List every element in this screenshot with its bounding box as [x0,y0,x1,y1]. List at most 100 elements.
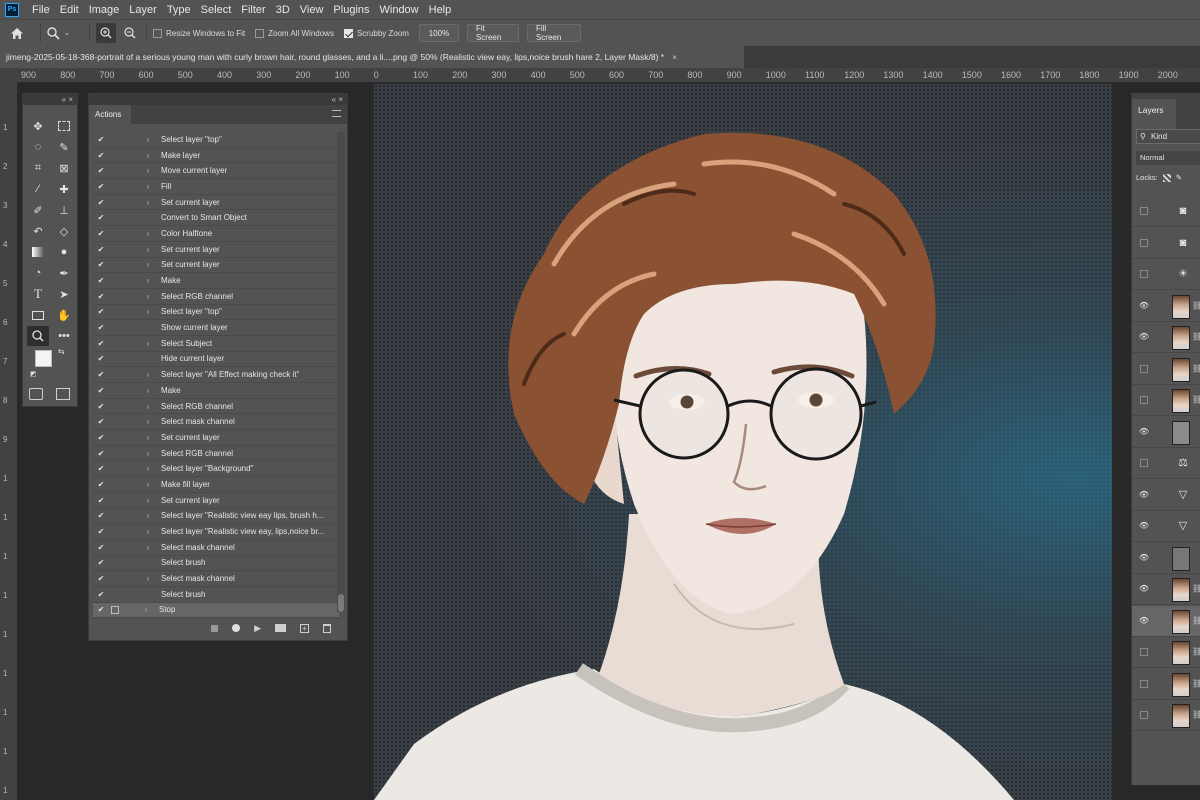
tool-preset-picker[interactable]: ⌄ [47,26,83,40]
action-item[interactable]: ✔ › Make fill layer [93,477,339,493]
toggle-item-check-icon[interactable]: ✔ [95,213,107,222]
fill-screen-button[interactable]: Fill Screen [526,24,581,42]
toggle-item-check-icon[interactable]: ✔ [95,417,107,426]
layer-thumbnail[interactable] [1172,546,1190,571]
frame-tool-icon[interactable]: ⊠ [53,158,75,178]
quick-select-tool-icon[interactable]: ✎ [53,137,75,157]
visibility-toggle-box[interactable] [1140,459,1148,467]
expand-arrow-icon[interactable]: › [139,292,157,301]
mask-link-icon[interactable]: ⛓ [1192,616,1200,625]
toggle-item-check-icon[interactable]: ✔ [95,260,107,269]
layer-row[interactable]: 👁 [1132,417,1200,448]
zoom-all-windows-checkbox[interactable]: Zoom All Windows [255,28,334,38]
action-item[interactable]: ✔ › Select Subject [93,336,339,352]
zoom-out-button[interactable] [120,23,140,43]
layer-thumbnail[interactable] [1172,326,1190,350]
layer-thumbnail[interactable] [1172,672,1190,697]
dialog-toggle-icon[interactable] [111,385,121,395]
dialog-toggle-icon[interactable] [111,354,121,364]
toggle-item-check-icon[interactable]: ✔ [95,527,107,536]
dialog-toggle-icon[interactable] [111,181,121,191]
action-item[interactable]: ✔ › Select mask channel [93,571,339,587]
dialog-toggle-icon[interactable] [111,228,121,238]
layer-row[interactable]: ◙ [1132,228,1200,259]
toggle-item-check-icon[interactable]: ✔ [95,496,107,505]
toggle-item-check-icon[interactable]: ✔ [95,480,107,489]
action-item[interactable]: ✔ › Set current layer [93,258,339,274]
dialog-toggle-icon[interactable] [111,150,121,160]
tab-actions[interactable]: Actions [89,105,131,124]
dialog-toggle-icon[interactable] [111,323,121,333]
expand-arrow-icon[interactable]: › [137,605,155,614]
layer-row[interactable]: ⛓ [1132,385,1200,416]
toggle-item-check-icon[interactable]: ✔ [95,307,107,316]
folder-icon[interactable] [275,624,286,632]
lock-paint-icon[interactable]: ✎ [1176,173,1182,182]
action-item[interactable]: ✔ › Select layer "Background" [93,461,339,478]
stop-icon[interactable] [211,624,219,632]
dialog-toggle-icon[interactable] [111,495,121,505]
action-item[interactable]: ✔ Convert to Smart Object [93,210,339,227]
toggle-item-check-icon[interactable]: ✔ [95,166,107,175]
dialog-toggle-icon[interactable] [111,558,121,568]
rectangle-tool-icon[interactable] [27,305,49,325]
action-item[interactable]: ✔ Select brush [93,587,339,603]
dialog-toggle-icon[interactable] [111,479,121,489]
lasso-tool-icon[interactable]: ◌ [27,137,49,157]
menu-select[interactable]: Select [196,4,237,16]
expand-arrow-icon[interactable]: › [139,386,157,395]
layer-row[interactable]: ⛓ [1132,700,1200,731]
close-tab-icon[interactable]: × [672,52,677,62]
clone-stamp-tool-icon[interactable]: ⊥ [53,200,75,220]
visibility-eye-icon[interactable]: 👁 [1137,521,1151,531]
scrubby-zoom-checkbox[interactable]: Scrubby Zoom [343,28,409,38]
layer-row[interactable]: 👁 ▽ [1132,511,1200,542]
expand-arrow-icon[interactable]: › [139,307,157,316]
toggle-item-check-icon[interactable]: ✔ [95,182,107,191]
toggle-item-check-icon[interactable]: ✔ [95,339,107,348]
expand-arrow-icon[interactable]: › [139,229,157,238]
layer-row[interactable]: 👁 ⛓ [1132,605,1200,637]
dialog-toggle-icon[interactable] [111,542,121,552]
visibility-toggle-box[interactable] [1140,679,1148,688]
expand-arrow-icon[interactable]: › [139,433,157,442]
marquee-tool-icon[interactable] [53,116,75,136]
dialog-toggle-icon[interactable] [111,338,121,348]
action-item[interactable]: ✔ › Make [93,273,339,289]
pen-tool-icon[interactable]: ✒ [53,263,75,283]
foreground-color-swatch[interactable] [35,350,52,367]
expand-arrow-icon[interactable]: › [139,417,157,426]
menu-layer[interactable]: Layer [124,4,162,16]
action-item[interactable]: ✔ › Set current layer [93,430,339,446]
layer-row[interactable]: 👁 ⛓ [1132,574,1200,605]
action-item[interactable]: ✔ › Select RGB channel [93,446,339,462]
toggle-item-check-icon[interactable]: ✔ [95,511,107,520]
dialog-toggle-icon[interactable] [111,134,121,144]
layer-kind-filter[interactable]: ⚲ Kind [1136,129,1200,144]
visibility-eye-icon[interactable]: 👁 [1137,616,1151,626]
toggle-item-check-icon[interactable]: ✔ [95,292,107,301]
action-item[interactable]: ✔ › Set current layer [93,195,339,211]
dialog-toggle-icon[interactable] [111,417,121,427]
action-item[interactable]: ✔ › Select mask channel [93,540,339,556]
layer-row[interactable]: ◙ [1132,196,1200,227]
dialog-toggle-icon[interactable] [111,432,121,442]
resize-windows-checkbox[interactable]: Resize Windows to Fit [153,28,245,38]
fit-screen-button[interactable]: Fit Screen [466,24,519,42]
visibility-eye-icon[interactable]: 👁 [1137,427,1151,437]
layer-thumbnail[interactable] [1172,641,1190,665]
expand-arrow-icon[interactable]: › [139,370,157,379]
move-tool-icon[interactable]: ✥ [27,116,49,136]
dialog-toggle-icon[interactable] [111,448,121,458]
layer-row[interactable]: ⛓ [1132,669,1200,700]
mask-link-icon[interactable]: ⛓ [1192,710,1200,719]
dodge-tool-icon[interactable]: ◔ [27,263,49,283]
menu-image[interactable]: Image [84,4,125,16]
action-item[interactable]: ✔ › Select layer "Realistic view eay lips,… [93,509,339,525]
expand-arrow-icon[interactable]: › [139,166,157,175]
dialog-toggle-icon[interactable] [111,527,121,537]
actions-panel-header[interactable]: « × [89,94,347,105]
layer-row[interactable]: ☀ [1132,259,1200,290]
crop-tool-icon[interactable]: ⌗ [27,158,49,178]
gradient-tool-icon[interactable] [27,242,49,262]
